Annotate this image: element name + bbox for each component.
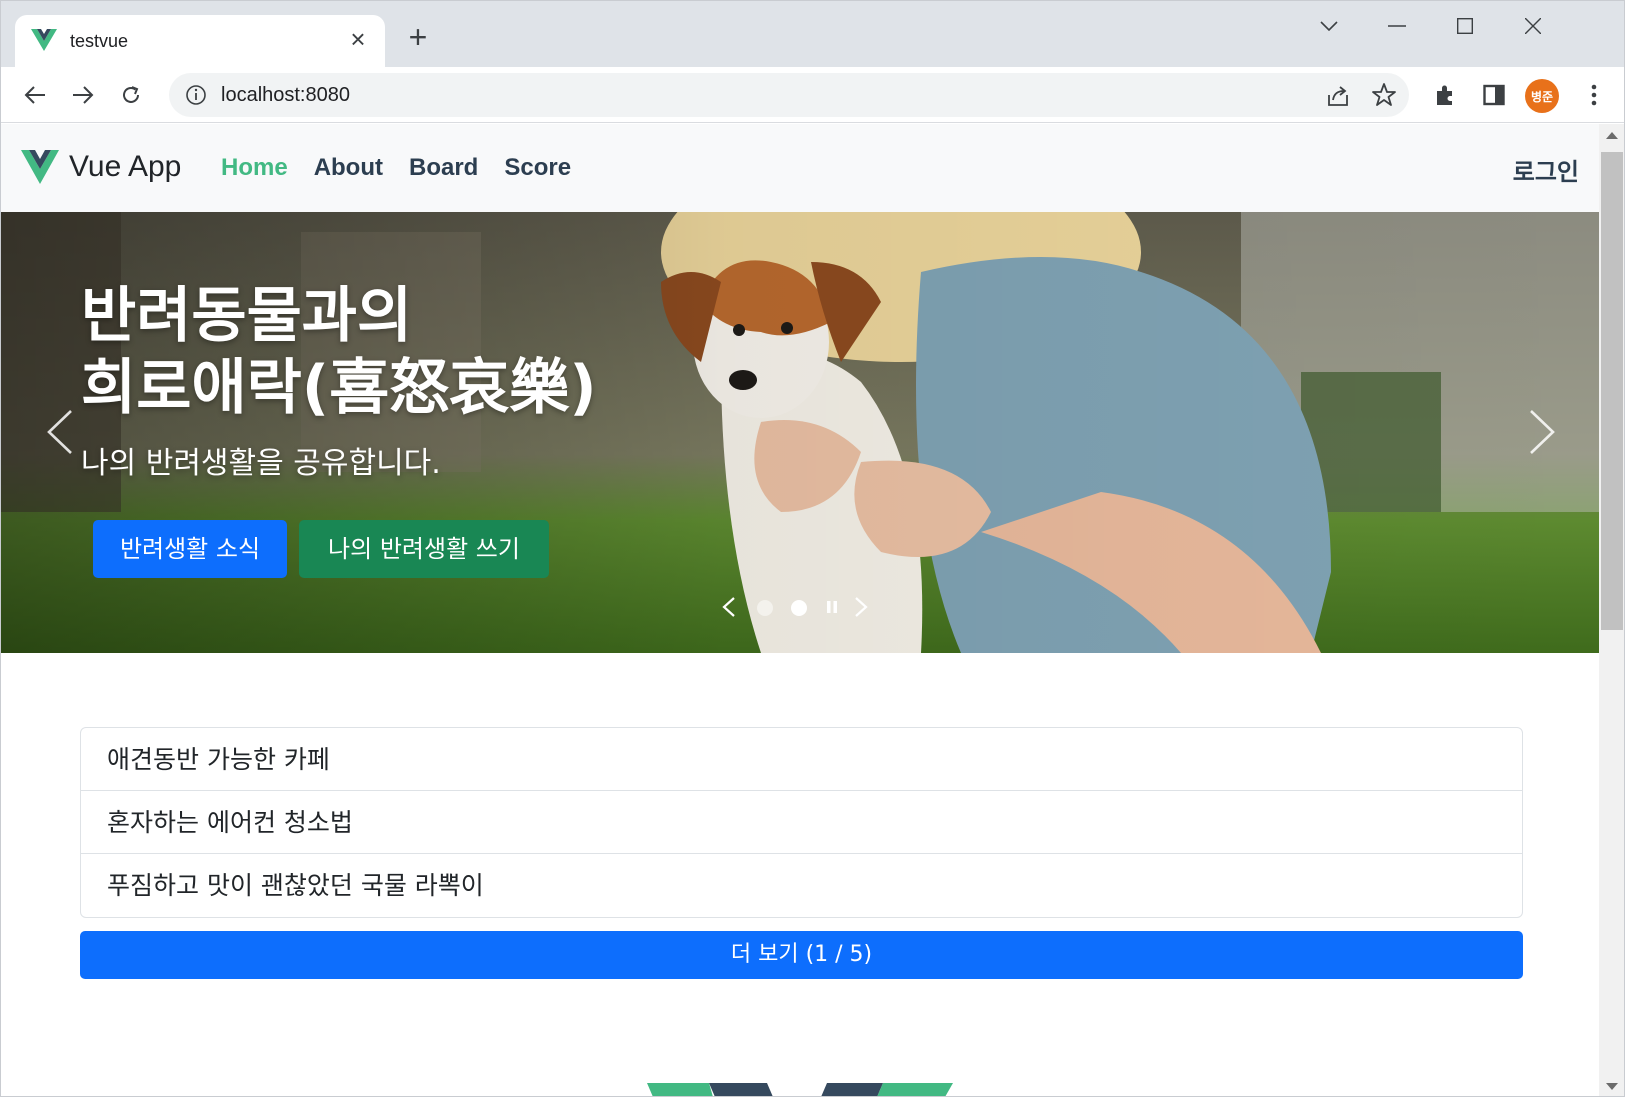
- menu-kebab-icon[interactable]: [1579, 80, 1609, 110]
- nav-link-about[interactable]: About: [314, 154, 383, 182]
- vue-favicon-icon: [31, 29, 57, 51]
- carousel-indicators: [721, 594, 871, 620]
- tab-close-icon[interactable]: ×: [345, 26, 371, 53]
- indicator-prev-icon[interactable]: [721, 596, 737, 618]
- page-viewport: Vue App Home About Board Score 로그인 반려동물과…: [1, 124, 1599, 1096]
- hero-title: 반려동물과의 희로애락(喜怒哀樂): [81, 280, 597, 424]
- extensions-icon[interactable]: [1431, 80, 1461, 110]
- minimize-icon[interactable]: [1379, 11, 1415, 41]
- list-item[interactable]: 애견동반 가능한 카페: [81, 728, 1522, 791]
- login-link[interactable]: 로그인: [1513, 152, 1579, 187]
- load-more-button[interactable]: 더 보기 (1 / 5): [80, 931, 1523, 979]
- browser-window: testvue × + localhost:8080 병준 Vue App Ho…: [0, 0, 1625, 1097]
- list-item[interactable]: 혼자하는 에어컨 청소법: [81, 791, 1522, 854]
- share-icon[interactable]: [1325, 83, 1351, 109]
- tab-title: testvue: [70, 31, 129, 51]
- carousel-next-icon[interactable]: [1527, 407, 1557, 457]
- carousel-prev-icon[interactable]: [45, 407, 75, 457]
- url-text[interactable]: localhost:8080: [221, 84, 350, 107]
- forward-icon[interactable]: [65, 77, 101, 113]
- browser-toolbar: localhost:8080 병준: [1, 67, 1624, 123]
- side-panel-icon[interactable]: [1479, 80, 1509, 110]
- indicator-dot-2[interactable]: [791, 600, 807, 616]
- reload-icon[interactable]: [113, 77, 149, 113]
- post-list: 애견동반 가능한 카페 혼자하는 에어컨 청소법 푸짐하고 맛이 괜찮았던 국물…: [80, 727, 1523, 918]
- tab-strip: testvue × +: [1, 1, 1624, 67]
- brand-text: Vue App: [69, 150, 182, 183]
- pause-icon[interactable]: [825, 600, 839, 614]
- bookmark-star-icon[interactable]: [1371, 82, 1397, 108]
- new-tab-icon[interactable]: +: [403, 21, 433, 53]
- vue-footer-logo-icon: [647, 1083, 953, 1096]
- hero-title-line2: 희로애락(喜怒哀樂): [81, 353, 597, 423]
- profile-avatar[interactable]: 병준: [1525, 79, 1559, 113]
- browser-tab[interactable]: testvue ×: [15, 15, 385, 67]
- hero-photo: [1, 212, 1599, 653]
- scroll-thumb[interactable]: [1601, 152, 1623, 630]
- scroll-up-icon[interactable]: [1606, 132, 1618, 139]
- navbar: Vue App Home About Board Score 로그인: [1, 124, 1599, 212]
- nav-link-score[interactable]: Score: [504, 154, 571, 182]
- address-bar[interactable]: localhost:8080: [169, 73, 1409, 117]
- hero-carousel: 반려동물과의 희로애락(喜怒哀樂) 나의 반려생활을 공유합니다. 반려생활 소…: [1, 212, 1599, 653]
- maximize-icon[interactable]: [1447, 11, 1483, 41]
- brand[interactable]: Vue App: [21, 150, 181, 184]
- back-icon[interactable]: [17, 77, 53, 113]
- vue-logo-icon: [21, 150, 59, 184]
- close-window-icon[interactable]: [1515, 11, 1551, 41]
- hero-title-line1: 반려동물과의: [81, 281, 413, 351]
- page-scrollbar[interactable]: [1599, 124, 1624, 1096]
- site-info-icon[interactable]: [185, 84, 207, 106]
- tab-search-chevron-icon[interactable]: [1311, 11, 1347, 41]
- hero-subtitle: 나의 반려생활을 공유합니다.: [81, 446, 441, 481]
- indicator-next-icon[interactable]: [853, 596, 869, 618]
- nav-link-home[interactable]: Home: [221, 154, 288, 182]
- news-button[interactable]: 반려생활 소식: [93, 520, 287, 578]
- indicator-dot-1[interactable]: [757, 600, 773, 616]
- scroll-down-icon[interactable]: [1606, 1083, 1618, 1090]
- write-post-button[interactable]: 나의 반려생활 쓰기: [299, 520, 549, 578]
- nav-links: Home About Board Score: [221, 154, 571, 182]
- list-item[interactable]: 푸짐하고 맛이 괜찮았던 국물 라뽁이: [81, 854, 1522, 917]
- nav-link-board[interactable]: Board: [409, 154, 478, 182]
